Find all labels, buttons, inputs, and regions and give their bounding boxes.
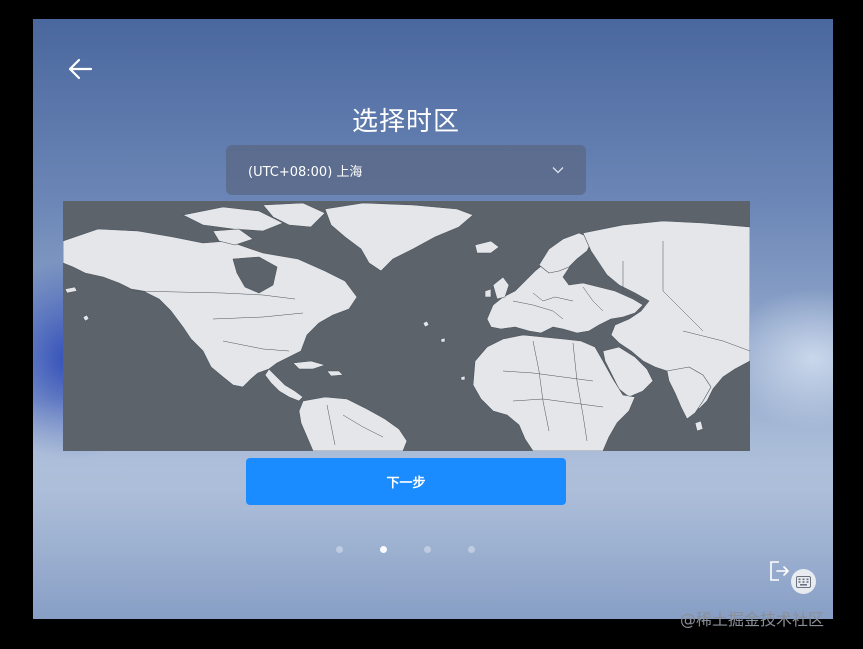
page-dot-1 xyxy=(336,546,343,553)
chevron-down-icon xyxy=(552,167,564,174)
world-map[interactable] xyxy=(63,201,750,451)
exit-icon xyxy=(770,561,789,581)
next-button-label: 下一步 xyxy=(386,476,426,491)
keyboard-button[interactable] xyxy=(791,569,816,594)
timezone-select[interactable]: (UTC+08:00) 上海 xyxy=(226,145,586,195)
keyboard-icon xyxy=(796,575,811,588)
watermark: @稀土掘金技术社区 xyxy=(680,610,825,629)
south-america-shape xyxy=(298,396,408,451)
next-button[interactable]: 下一步 xyxy=(246,458,566,505)
installer-screen: 选择时区 (UTC+08:00) 上海 下一步 xyxy=(33,19,833,619)
back-button[interactable] xyxy=(65,53,97,85)
greenland-shape xyxy=(324,202,474,272)
exit-button[interactable] xyxy=(767,559,791,583)
page-dot-4 xyxy=(468,546,475,553)
world-map-graphic xyxy=(63,202,750,451)
arrow-left-icon xyxy=(68,58,93,80)
page-dot-2 xyxy=(380,546,387,553)
timezone-select-value: (UTC+08:00) 上海 xyxy=(248,164,363,180)
page-dot-3 xyxy=(424,546,431,553)
page-title: 选择时区 xyxy=(351,107,460,137)
